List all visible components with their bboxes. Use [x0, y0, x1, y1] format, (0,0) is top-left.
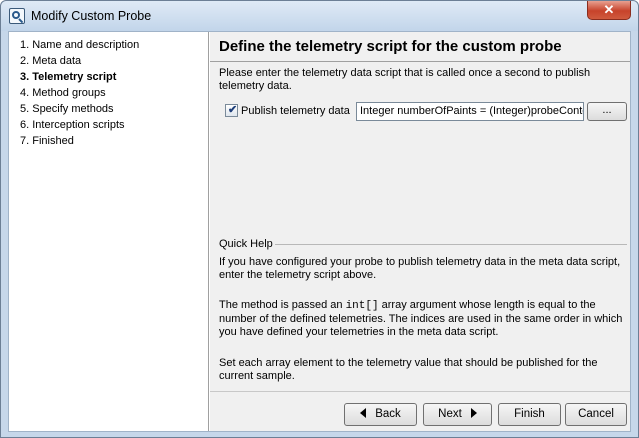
dialog-window: Modify Custom Probe ✕ 1. Name and descri…: [0, 0, 639, 438]
edit-script-button[interactable]: ...: [587, 102, 627, 121]
step-item: 4. Method groups: [20, 87, 106, 99]
window-title: Modify Custom Probe: [31, 9, 152, 23]
back-label: Back: [375, 408, 401, 420]
finish-button[interactable]: Finish: [498, 403, 561, 426]
help-line: Set each array element to the telemetry …: [219, 357, 598, 369]
help-line: current sample.: [219, 370, 295, 382]
publish-telemetry-label[interactable]: Publish telemetry data: [241, 105, 350, 117]
step-item-current: 3. Telemetry script: [20, 71, 117, 83]
close-button[interactable]: ✕: [587, 1, 631, 20]
next-arrow-icon: [470, 407, 477, 418]
help-text: array argument whose length is equal to …: [378, 299, 596, 311]
quick-help-heading: Quick Help: [219, 238, 273, 250]
title-divider: [210, 61, 630, 62]
page-title: Define the telemetry script for the cust…: [219, 38, 562, 55]
help-text: The method is passed an: [219, 299, 346, 311]
step-item: 2. Meta data: [20, 55, 82, 67]
step-item: 7. Finished: [20, 135, 74, 147]
quick-help-paragraph: The method is passed an int[] array argu…: [219, 299, 624, 339]
probe-magnifier-icon: [9, 8, 25, 24]
help-line: number of the defined telemetries. The i…: [219, 313, 623, 325]
back-button[interactable]: Back: [344, 403, 417, 426]
next-button[interactable]: Next: [423, 403, 492, 426]
intro-line: Please enter the telemetry data script t…: [219, 67, 591, 79]
intro-line: telemetry data.: [219, 80, 292, 92]
help-line: enter the telemetry script above.: [219, 269, 377, 281]
checkmark-icon: ✔: [228, 104, 238, 116]
quick-help-paragraph: Set each array element to the telemetry …: [219, 357, 624, 383]
code-snippet: int[]: [345, 300, 379, 312]
step-item: 5. Specify methods: [20, 103, 114, 115]
help-line: The method is passed an int[] array argu…: [219, 299, 624, 313]
button-bar-divider: [210, 391, 630, 392]
quick-help-divider: [275, 244, 627, 245]
publish-telemetry-checkbox[interactable]: ✔: [225, 104, 238, 117]
back-arrow-icon: [360, 407, 367, 418]
help-line: you have defined your telemetries in the…: [219, 326, 499, 338]
intro-text: Please enter the telemetry data script t…: [219, 67, 619, 93]
telemetry-script-field[interactable]: Integer numberOfPaints = (Integer)probeC…: [356, 102, 584, 121]
dialog-content: 1. Name and description 2. Meta data 3. …: [8, 31, 631, 432]
help-line: If you have configured your probe to pub…: [219, 256, 621, 268]
quick-help-paragraph: If you have configured your probe to pub…: [219, 256, 624, 282]
title-bar[interactable]: Modify Custom Probe ✕: [1, 1, 638, 31]
step-panel: Define the telemetry script for the cust…: [210, 32, 630, 431]
cancel-button[interactable]: Cancel: [565, 403, 627, 426]
step-item: 1. Name and description: [20, 39, 140, 51]
wizard-steps: 1. Name and description 2. Meta data 3. …: [9, 32, 209, 431]
step-item: 6. Interception scripts: [20, 119, 125, 131]
next-label: Next: [438, 408, 462, 420]
